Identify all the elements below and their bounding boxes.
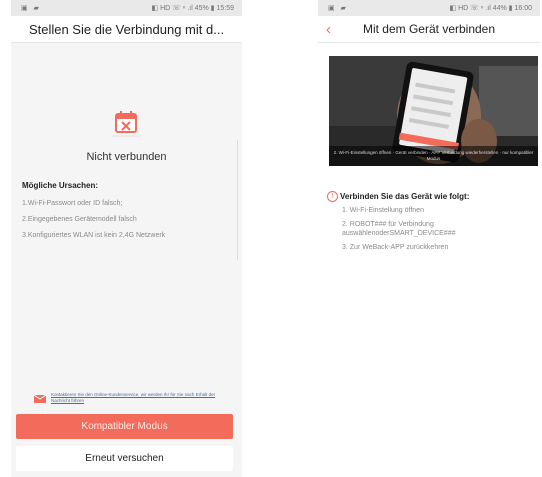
connection-status-text: Nicht verbunden — [86, 151, 167, 163]
status-left: ▣ ▰ — [21, 5, 41, 12]
mail-icon — [33, 394, 47, 403]
calendar-x-icon — [109, 106, 143, 140]
status-right: ◧ HD ☏ ⁿ .ıl 45% ▮ 15:59 — [151, 5, 234, 12]
screen-connect-device: ▣ ▰ ◧ HD ☏ ⁿ .ıl 44% ▮ 16:00 ‹ Mit dem G… — [318, 0, 540, 477]
instruction-video[interactable]: 2. Wi-Fi-Einstellungen öffnen · Gerät ve… — [329, 56, 538, 166]
retry-button[interactable]: Erneut versuchen — [16, 446, 233, 471]
status-bar: ▣ ▰ ◧ HD ☏ ⁿ .ıl 44% ▮ 16:00 — [318, 0, 540, 16]
title-bar: Stellen Sie die Verbindung mit d... — [11, 16, 242, 43]
causes-heading: Mögliche Ursachen: — [22, 181, 99, 190]
cause-item: 1.Wi-Fi-Passwort oder ID falsch; — [22, 200, 123, 207]
status-bar: ▣ ▰ ◧ HD ☏ ⁿ .ıl 45% ▮ 15:59 — [11, 0, 242, 16]
title-bar: ‹ Mit dem Gerät verbinden — [318, 16, 540, 43]
divider — [237, 140, 238, 260]
video-caption: 2. Wi-Fi-Einstellungen öffnen · Gerät ve… — [333, 150, 534, 161]
screen-not-connected: ▣ ▰ ◧ HD ☏ ⁿ .ıl 45% ▮ 15:59 Stellen Sie… — [11, 0, 242, 477]
instruction-step: 1. Wi-Fi-Einstellung öffnen — [342, 207, 424, 214]
contact-support-link[interactable]: Kontaktieren Sie den Online-Kundenservic… — [33, 392, 233, 408]
compatible-mode-button[interactable]: Kompatibler Modus — [16, 414, 233, 439]
page-title: Mit dem Gerät verbinden — [362, 22, 496, 36]
status-left: ▣ ▰ — [328, 5, 348, 12]
warning-icon: ! — [327, 191, 338, 202]
cause-item: 3.Konfiguriertes WLAN ist kein 2,4G Netz… — [22, 232, 166, 239]
cause-item: 2.Eingegebenes Gerätemodell falsch — [22, 216, 137, 223]
page-title: Stellen Sie die Verbindung mit d... — [28, 22, 225, 37]
instructions-heading: Verbinden Sie das Gerät wie folgt: — [340, 192, 470, 201]
status-right: ◧ HD ☏ ⁿ .ıl 44% ▮ 16:00 — [449, 5, 532, 12]
instruction-step: 2. ROBOT### für Verbindung auswählenoder… — [342, 221, 456, 237]
contact-support-text[interactable]: Kontaktieren Sie den Online-Kundenservic… — [51, 392, 233, 404]
instruction-step: 3. Zur WeBack-APP zurückkehren — [342, 244, 449, 251]
